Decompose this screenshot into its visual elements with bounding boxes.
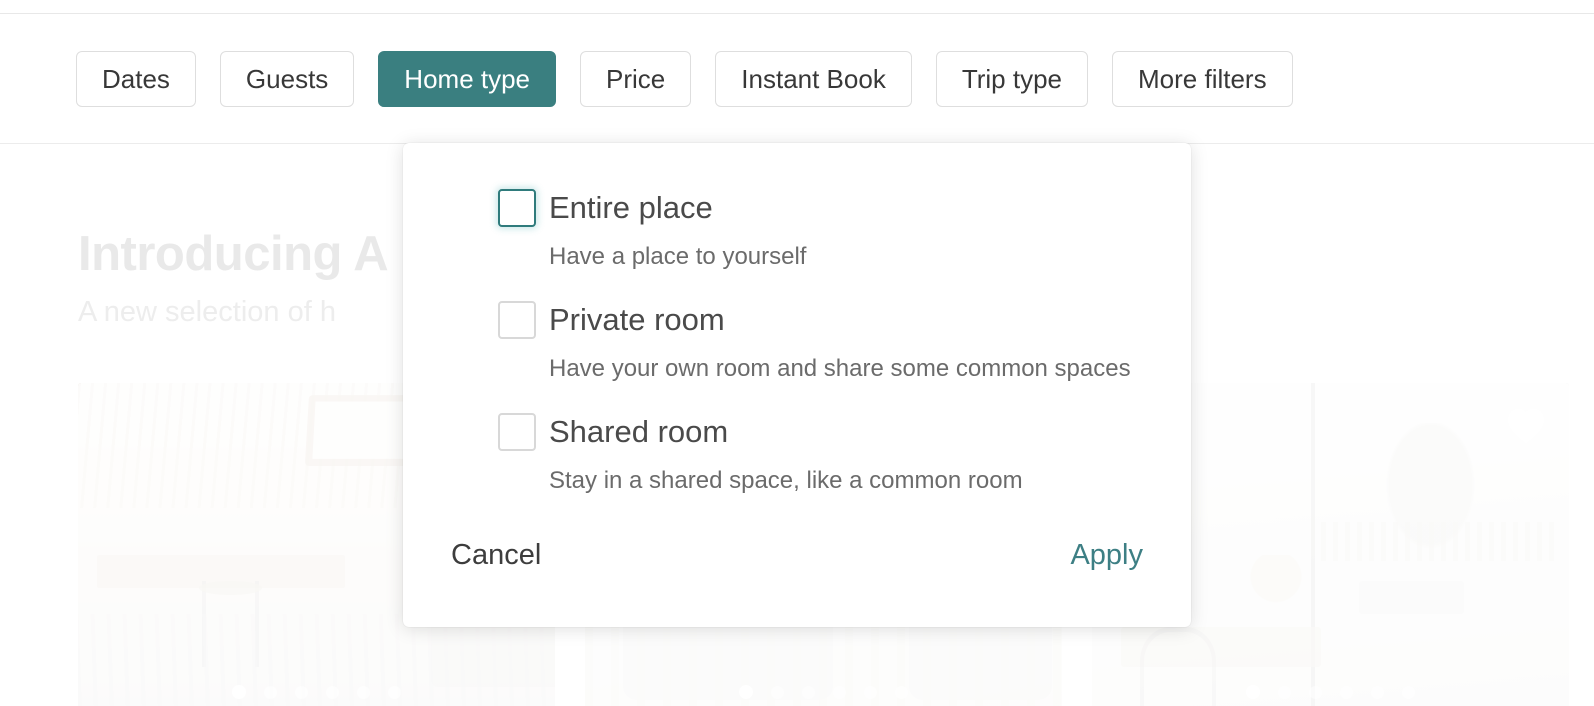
hero-subtitle: A new selection of h <box>78 296 336 328</box>
option-label-private-room[interactable]: Private room <box>549 297 1151 343</box>
carousel-dot[interactable] <box>1371 685 1384 699</box>
filter-pill-guests[interactable]: Guests <box>219 51 355 107</box>
carousel-dots-1 <box>78 685 555 699</box>
option-description-private-room: Have your own room and share some common… <box>549 355 1131 382</box>
app-root: Dates Guests Home type Price Instant Boo… <box>0 0 1594 706</box>
carousel-dot[interactable] <box>895 685 908 699</box>
filter-pill-home-type[interactable]: Home type <box>378 51 557 107</box>
carousel-dot[interactable] <box>833 685 846 699</box>
heart-icon[interactable] <box>1505 405 1547 447</box>
option-label-shared-room[interactable]: Shared room <box>549 409 1151 455</box>
option-shared-room[interactable]: Shared room Stay in a shared space, like… <box>451 409 1151 499</box>
carousel-dot[interactable] <box>864 685 877 699</box>
carousel-dot[interactable] <box>1309 685 1322 699</box>
cancel-button[interactable]: Cancel <box>451 539 541 572</box>
option-private-room[interactable]: Private room Have your own room and shar… <box>451 297 1151 387</box>
option-description-entire-place: Have a place to yourself <box>549 243 807 270</box>
carousel-dot[interactable] <box>1278 685 1291 699</box>
modal-action-bar: Cancel Apply <box>451 539 1143 572</box>
carousel-dot[interactable] <box>771 685 784 699</box>
carousel-dots-3 <box>1092 685 1569 699</box>
apply-button[interactable]: Apply <box>1070 539 1143 572</box>
filter-pill-dates[interactable]: Dates <box>76 51 196 107</box>
filter-pill-instant-book[interactable]: Instant Book <box>715 51 912 107</box>
option-label-entire-place[interactable]: Entire place <box>549 185 1151 231</box>
carousel-dot[interactable] <box>388 685 401 699</box>
carousel-dot[interactable] <box>802 685 815 699</box>
checkbox-entire-place[interactable] <box>498 189 536 227</box>
carousel-dots-2 <box>585 685 1062 699</box>
filter-pill-trip-type[interactable]: Trip type <box>935 51 1089 107</box>
home-type-options: Entire place Have a place to yourself Pr… <box>451 185 1151 505</box>
option-entire-place[interactable]: Entire place Have a place to yourself <box>451 185 1151 275</box>
filter-pill-more-filters[interactable]: More filters <box>1112 51 1293 107</box>
filter-pill-price[interactable]: Price <box>580 51 692 107</box>
carousel-dot[interactable] <box>295 685 308 699</box>
carousel-dot[interactable] <box>1246 685 1260 699</box>
checkbox-private-room[interactable] <box>498 301 536 339</box>
carousel-dot[interactable] <box>232 685 246 699</box>
carousel-dot[interactable] <box>739 685 753 699</box>
carousel-dot[interactable] <box>357 685 370 699</box>
option-description-shared-room: Stay in a shared space, like a common ro… <box>549 467 1023 494</box>
carousel-dot[interactable] <box>264 685 277 699</box>
carousel-dot[interactable] <box>1402 685 1415 699</box>
carousel-dot[interactable] <box>326 685 339 699</box>
carousel-dot[interactable] <box>1340 685 1353 699</box>
filter-bar: Dates Guests Home type Price Instant Boo… <box>0 14 1594 144</box>
checkbox-shared-room[interactable] <box>498 413 536 451</box>
hero-title: Introducing A <box>78 227 389 281</box>
home-type-filter-popover: Entire place Have a place to yourself Pr… <box>403 143 1191 627</box>
